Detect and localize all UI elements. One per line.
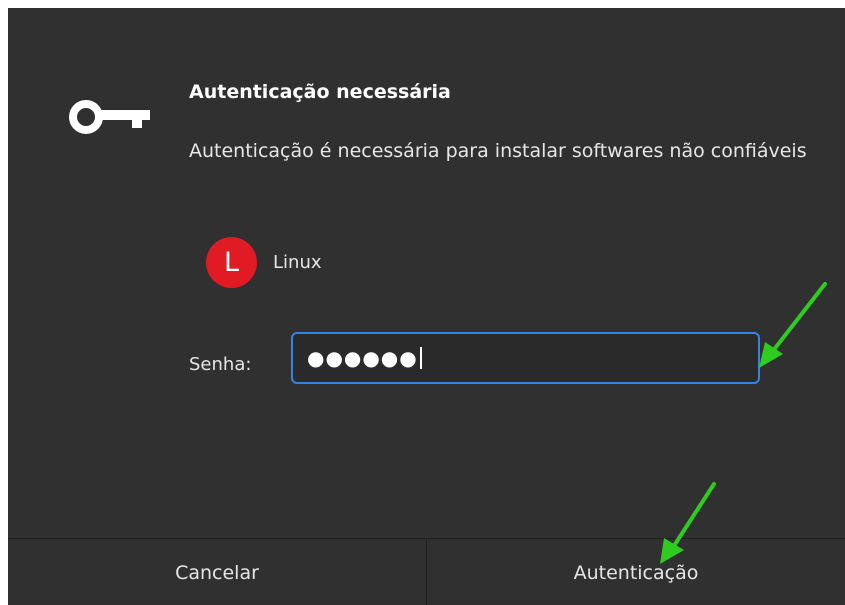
avatar: L bbox=[206, 236, 257, 288]
password-label: Senha: bbox=[189, 354, 252, 375]
key-icon bbox=[69, 100, 150, 134]
authentication-dialog: Autenticação necessária Autenticação é n… bbox=[8, 8, 845, 605]
annotation-arrow-password bbox=[759, 282, 827, 368]
avatar-letter: L bbox=[223, 246, 240, 278]
password-masked-value: ●●●●●● bbox=[307, 346, 418, 370]
user-name: Linux bbox=[273, 251, 322, 273]
dialog-footer: Cancelar Autenticação bbox=[8, 538, 845, 605]
dialog-title: Autenticação necessária bbox=[189, 81, 451, 103]
text-caret bbox=[419, 347, 422, 369]
user-row: L Linux bbox=[206, 233, 322, 291]
cancel-button[interactable]: Cancelar bbox=[8, 539, 426, 605]
dialog-description: Autenticação é necessária para instalar … bbox=[189, 140, 807, 162]
authenticate-button[interactable]: Autenticação bbox=[427, 539, 845, 605]
password-input[interactable]: ●●●●●● bbox=[291, 332, 760, 384]
